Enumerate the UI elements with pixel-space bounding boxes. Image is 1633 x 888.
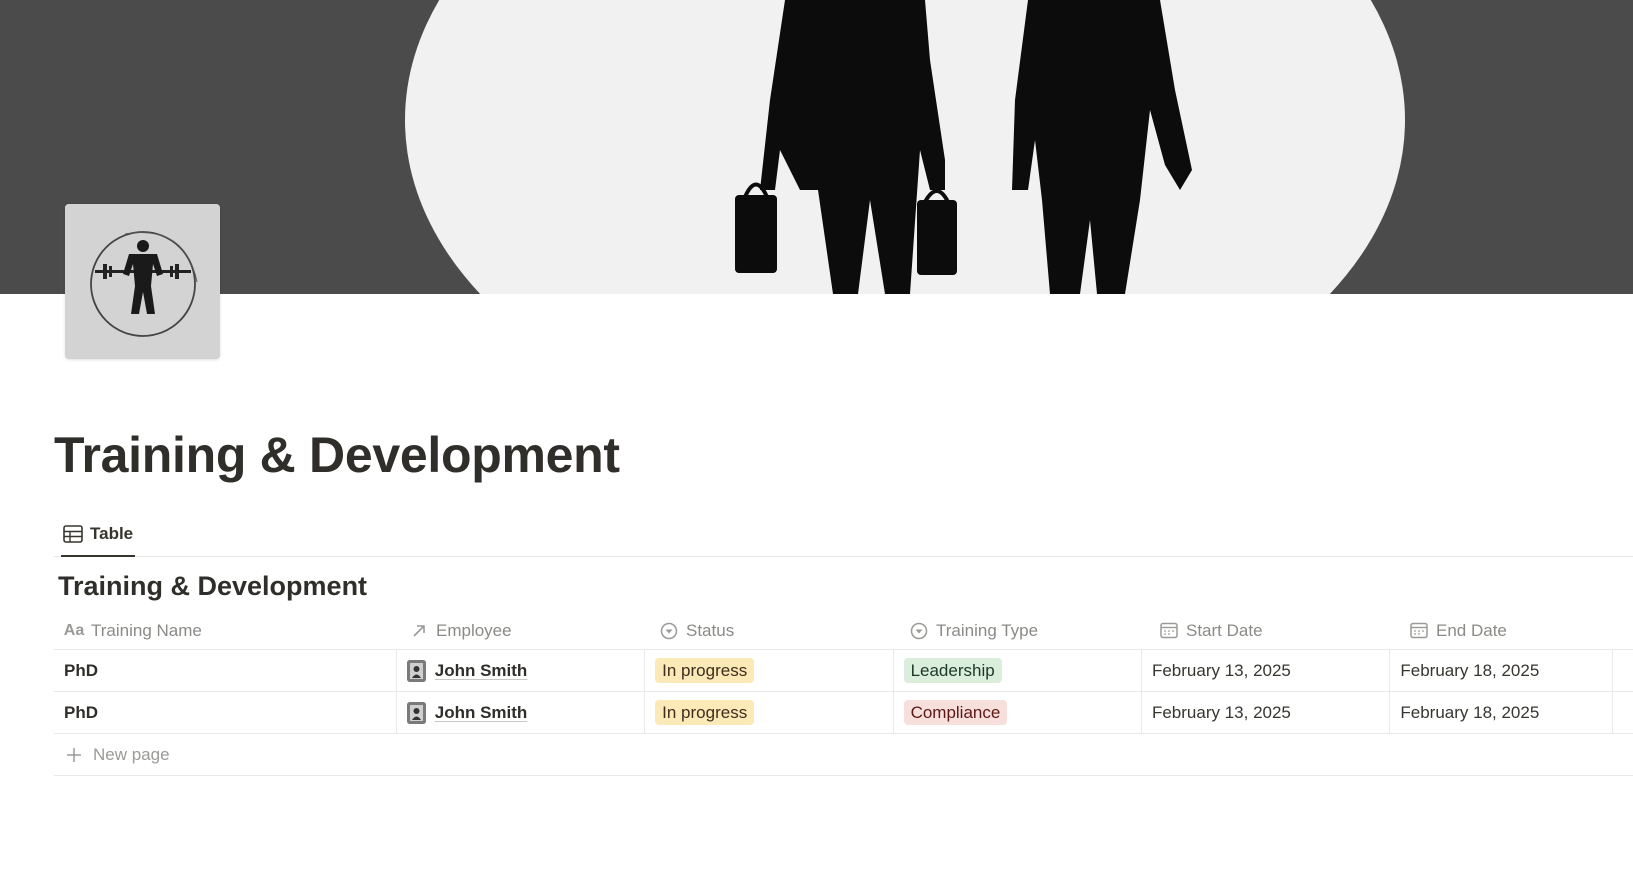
- view-tabs: Table: [54, 512, 1633, 557]
- table-header: Aa Training Name Employee Status Trainin…: [54, 612, 1633, 650]
- new-page-button[interactable]: New page: [54, 734, 1633, 776]
- cell-training-type[interactable]: Compliance: [894, 692, 1142, 733]
- table-row[interactable]: PhD John Smith In progress Leadership Fe…: [54, 650, 1633, 692]
- relation-arrow-icon: [409, 621, 429, 641]
- cell-training-name[interactable]: PhD: [54, 692, 397, 733]
- select-circle-icon: [909, 621, 929, 641]
- cell-start-date[interactable]: February 13, 2025: [1142, 692, 1391, 733]
- calendar-icon: [1159, 621, 1179, 641]
- cell-extra: [1613, 692, 1633, 733]
- cell-employee[interactable]: John Smith: [397, 650, 646, 691]
- database-table: Aa Training Name Employee Status Trainin…: [54, 612, 1633, 776]
- status-circle-icon: [659, 621, 679, 641]
- training-type-badge: Compliance: [903, 700, 1008, 725]
- page-title[interactable]: Training & Development: [54, 424, 620, 486]
- cell-training-type[interactable]: Leadership: [894, 650, 1142, 691]
- calendar-icon: [1409, 621, 1429, 641]
- status-badge: In progress: [655, 658, 755, 683]
- column-header-status[interactable]: Status: [649, 612, 899, 649]
- cell-extra: [1613, 650, 1633, 691]
- new-page-label: New page: [93, 744, 170, 764]
- employee-relation[interactable]: John Smith: [406, 659, 527, 682]
- page-icon[interactable]: [65, 204, 220, 359]
- cell-end-date[interactable]: February 18, 2025: [1390, 692, 1613, 733]
- plus-icon: [64, 745, 84, 765]
- employee-avatar-icon: [406, 659, 426, 682]
- cell-end-date[interactable]: February 18, 2025: [1390, 650, 1613, 691]
- column-header-start-date[interactable]: Start Date: [1149, 612, 1399, 649]
- training-type-badge: Leadership: [903, 658, 1002, 683]
- cover-illustration: [0, 0, 1633, 294]
- employee-avatar-icon: [406, 701, 426, 724]
- status-badge: In progress: [655, 700, 755, 725]
- weightlifter-icon: [65, 204, 220, 359]
- cell-employee[interactable]: John Smith: [397, 692, 646, 733]
- tab-table[interactable]: Table: [60, 520, 136, 557]
- column-header-training-name[interactable]: Aa Training Name: [54, 612, 399, 649]
- cell-status[interactable]: In progress: [645, 692, 894, 733]
- cell-status[interactable]: In progress: [645, 650, 894, 691]
- column-header-employee[interactable]: Employee: [399, 612, 649, 649]
- table-row[interactable]: PhD John Smith In progress Compliance Fe…: [54, 692, 1633, 734]
- table-icon: [63, 524, 83, 544]
- tab-table-label: Table: [90, 524, 134, 543]
- column-header-training-type[interactable]: Training Type: [899, 612, 1149, 649]
- text-aa-icon: Aa: [63, 621, 85, 639]
- employee-relation[interactable]: John Smith: [406, 701, 527, 724]
- database-title[interactable]: Training & Development: [58, 571, 367, 602]
- cell-start-date[interactable]: February 13, 2025: [1142, 650, 1391, 691]
- column-header-end-date[interactable]: End Date: [1399, 612, 1623, 649]
- cover-image[interactable]: [0, 0, 1633, 294]
- cell-training-name[interactable]: PhD: [54, 650, 397, 691]
